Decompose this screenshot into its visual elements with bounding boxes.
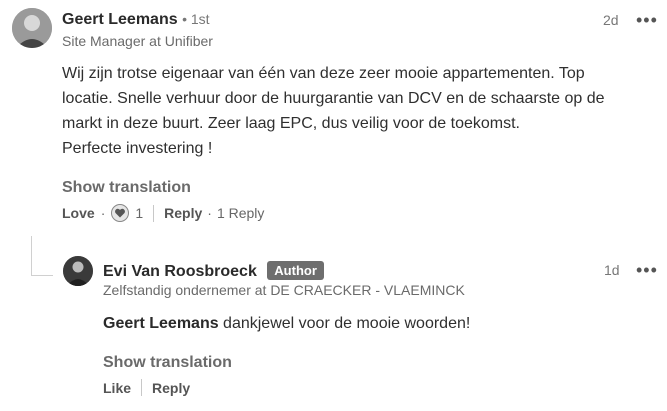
comment-text: Wij zijn trotse eigenaar van één van dez… (62, 61, 662, 161)
profile-photo-icon (63, 256, 93, 286)
profile-photo-icon (12, 8, 52, 48)
thread-line (31, 236, 32, 276)
more-options-icon[interactable]: ••• (636, 261, 658, 279)
reaction-count[interactable]: 1 (135, 205, 143, 221)
connection-degree: • 1st (182, 11, 210, 27)
author-badge: Author (267, 261, 324, 280)
separator-dot: · (207, 205, 212, 221)
reply-message: dankjewel voor de mooie woorden! (218, 315, 471, 332)
divider (141, 379, 143, 396)
more-options-icon[interactable]: ••• (636, 11, 658, 29)
comment-line: markt in deze buurt. Zeer laag EPC, dus … (62, 115, 520, 132)
separator-dot: · (100, 205, 106, 221)
reply-count[interactable]: 1 Reply (217, 205, 264, 221)
show-translation-link[interactable]: Show translation (62, 179, 191, 197)
show-translation-link[interactable]: Show translation (103, 354, 232, 372)
divider (153, 204, 155, 222)
reply-avatar[interactable] (63, 256, 93, 286)
author-name[interactable]: Geert Leemans (62, 11, 178, 28)
comment-author[interactable]: Geert Leemans • 1st (62, 11, 210, 29)
heart-reaction-icon[interactable] (111, 204, 130, 222)
comment-actions: Love · 1 Reply · 1 Reply (62, 204, 264, 222)
author-headline: Site Manager at Unifiber (62, 33, 213, 49)
comment-line: Perfecte investering ! (62, 140, 213, 157)
reply-timestamp: 1d (604, 262, 620, 278)
love-button[interactable]: Love (62, 205, 95, 221)
reply-button[interactable]: Reply (152, 380, 190, 396)
comment-timestamp: 2d (603, 12, 619, 28)
reply-button[interactable]: Reply (164, 205, 202, 221)
mention-link[interactable]: Geert Leemans (103, 315, 219, 332)
reply-author[interactable]: Evi Van Roosbroeck Author (103, 261, 324, 281)
comment-line: Wij zijn trotse eigenaar van één van dez… (62, 65, 585, 82)
reply-headline: Zelfstandig ondernemer at DE CRAECKER - … (103, 282, 465, 298)
avatar[interactable] (12, 8, 52, 48)
reply-text: Geert Leemans dankjewel voor de mooie wo… (103, 311, 643, 336)
thread-line (31, 275, 53, 276)
author-name[interactable]: Evi Van Roosbroeck (103, 263, 257, 280)
comment-line: locatie. Snelle verhuur door de huurgara… (62, 90, 605, 107)
reply-actions: Like Reply (103, 379, 190, 396)
like-button[interactable]: Like (103, 380, 131, 396)
